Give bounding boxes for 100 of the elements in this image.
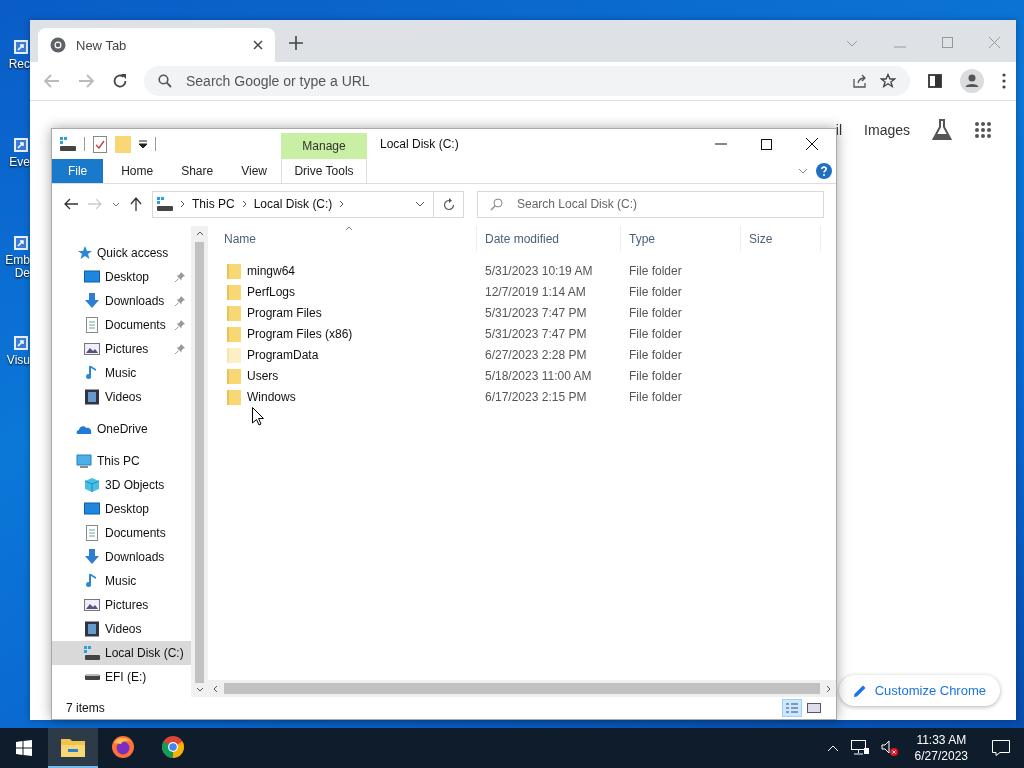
table-cell-text: 12/7/2019 1:14 AM: [484, 284, 587, 299]
scrollbar[interactable]: [208, 680, 836, 697]
flask-icon[interactable]: [932, 119, 952, 141]
chevron-right-icon[interactable]: [180, 200, 185, 208]
address-bar[interactable]: This PC Local Disk (C:): [152, 190, 434, 218]
address-bar[interactable]: Search Google or type a URL: [144, 66, 910, 96]
nav-item[interactable]: OneDrive: [52, 417, 191, 441]
file-name[interactable]: PerfLogs: [247, 284, 296, 299]
nav-item[interactable]: Music: [52, 361, 191, 385]
shortcut-icon[interactable]: [14, 336, 28, 350]
properties-icon[interactable]: [93, 135, 107, 153]
large-icons-view-icon[interactable]: [806, 701, 822, 715]
scroll-up-icon[interactable]: [195, 231, 204, 236]
table-cell-text: 5/31/2023 7:47 PM: [484, 305, 588, 320]
shortcut-icon[interactable]: [14, 236, 28, 250]
header-link[interactable]: il: [835, 122, 843, 138]
refresh-button[interactable]: [434, 190, 464, 218]
window-title: Local Disk (C:): [380, 137, 459, 151]
nav-item[interactable]: Downloads: [52, 289, 191, 313]
search-field[interactable]: Search Local Disk (C:): [477, 190, 824, 218]
ribbon-tab[interactable]: Drive Tools: [281, 159, 367, 183]
taskbar-app-button[interactable]: [48, 728, 98, 768]
ribbon-tab[interactable]: View: [227, 159, 281, 183]
shortcut-icon[interactable]: [14, 138, 28, 152]
chevron-down-icon[interactable]: [415, 201, 425, 207]
down-arrow-icon: [84, 293, 100, 309]
help-icon[interactable]: [816, 163, 832, 179]
reload-icon[interactable]: [112, 73, 128, 89]
up-arrow-icon[interactable]: [130, 197, 142, 211]
nav-item[interactable]: Pictures: [52, 337, 191, 361]
ribbon-tab[interactable]: Home: [107, 159, 168, 183]
nav-item[interactable]: Documents: [52, 313, 191, 337]
column-header[interactable]: Size: [741, 226, 821, 252]
column-header[interactable]: Type: [621, 226, 741, 252]
chevron-down-icon[interactable]: [798, 168, 808, 174]
file-name[interactable]: mingw64: [247, 263, 296, 278]
close-icon[interactable]: [253, 40, 263, 50]
menu-icon[interactable]: [1002, 73, 1006, 89]
file-name[interactable]: Program Files: [247, 305, 322, 320]
chevron-right-icon[interactable]: [339, 200, 345, 208]
column-header[interactable]: Name: [216, 226, 477, 252]
monitor-icon: [84, 501, 100, 517]
nav-item[interactable]: Pictures: [52, 593, 191, 617]
column-header[interactable]: Date modified: [477, 226, 621, 252]
scroll-down-icon[interactable]: [195, 687, 204, 692]
table-cell-text: File folder: [628, 326, 683, 341]
nav-item[interactable]: Local Disk (C:): [52, 641, 191, 665]
star-icon: [76, 245, 92, 261]
star-icon[interactable]: [880, 73, 896, 89]
file-name[interactable]: ProgramData: [247, 347, 319, 362]
scroll-left-icon[interactable]: [213, 684, 218, 693]
nav-item[interactable]: Desktop: [52, 497, 191, 521]
apps-grid-icon[interactable]: [974, 121, 992, 139]
nav-item[interactable]: Desktop: [52, 265, 191, 289]
plus-icon[interactable]: [289, 36, 303, 50]
notifications-icon[interactable]: [992, 740, 1010, 756]
nav-item[interactable]: Music: [52, 569, 191, 593]
file-name[interactable]: Program Files (x86): [247, 326, 353, 341]
muted-speaker-icon[interactable]: [880, 740, 899, 756]
clock-date[interactable]: 6/27/2023: [914, 748, 968, 765]
ribbon-tab[interactable]: File: [52, 159, 104, 183]
windows-logo-icon: [16, 740, 32, 756]
nav-item[interactable]: Videos: [52, 385, 191, 409]
file-name[interactable]: Windows: [247, 389, 296, 404]
image-file-icon: [84, 597, 100, 613]
cube-icon: [84, 477, 100, 493]
nav-item[interactable]: 3D Objects: [52, 473, 191, 497]
table-cell-text: File folder: [628, 368, 683, 383]
browser-tab[interactable]: New Tab: [38, 28, 275, 62]
back-arrow-icon[interactable]: [64, 198, 78, 210]
clock-time[interactable]: 11:33 AM: [916, 731, 967, 748]
nav-item[interactable]: Quick access: [52, 241, 191, 265]
address-input[interactable]: Search Google or type a URL: [184, 72, 840, 90]
file-name[interactable]: Users: [247, 368, 279, 383]
nav-item[interactable]: Videos: [52, 617, 191, 641]
nav-item[interactable]: This PC: [52, 449, 191, 473]
side-panel-icon[interactable]: [928, 74, 942, 88]
close-icon[interactable]: [806, 138, 818, 150]
share-icon[interactable]: [852, 73, 868, 89]
breadcrumb-item[interactable]: This PC: [192, 197, 235, 211]
maximize-icon[interactable]: [761, 138, 772, 150]
header-link[interactable]: Images: [864, 122, 910, 138]
breadcrumb-item[interactable]: Local Disk (C:): [253, 197, 333, 211]
chevron-down-icon[interactable]: [112, 201, 120, 207]
chevron-up-icon[interactable]: [826, 744, 839, 752]
nav-item[interactable]: Documents: [52, 521, 191, 545]
scroll-right-icon[interactable]: [826, 684, 831, 693]
scrollbar[interactable]: [191, 226, 208, 697]
ribbon-tab[interactable]: Share: [167, 159, 228, 183]
image-file-icon: [84, 341, 100, 357]
table-cell-text: File folder: [628, 263, 683, 278]
customize-toolbar-icon[interactable]: [139, 140, 147, 148]
nav-item[interactable]: Downloads: [52, 545, 191, 569]
shortcut-icon[interactable]: [14, 40, 28, 54]
chevron-right-icon[interactable]: [241, 200, 247, 208]
avatar-icon[interactable]: [960, 69, 984, 93]
computer-icon: [76, 453, 92, 469]
nav-item[interactable]: EFI (E:): [52, 665, 191, 689]
network-icon[interactable]: [850, 740, 869, 756]
customize-chrome-button[interactable]: Customize Chrome: [838, 675, 1000, 706]
